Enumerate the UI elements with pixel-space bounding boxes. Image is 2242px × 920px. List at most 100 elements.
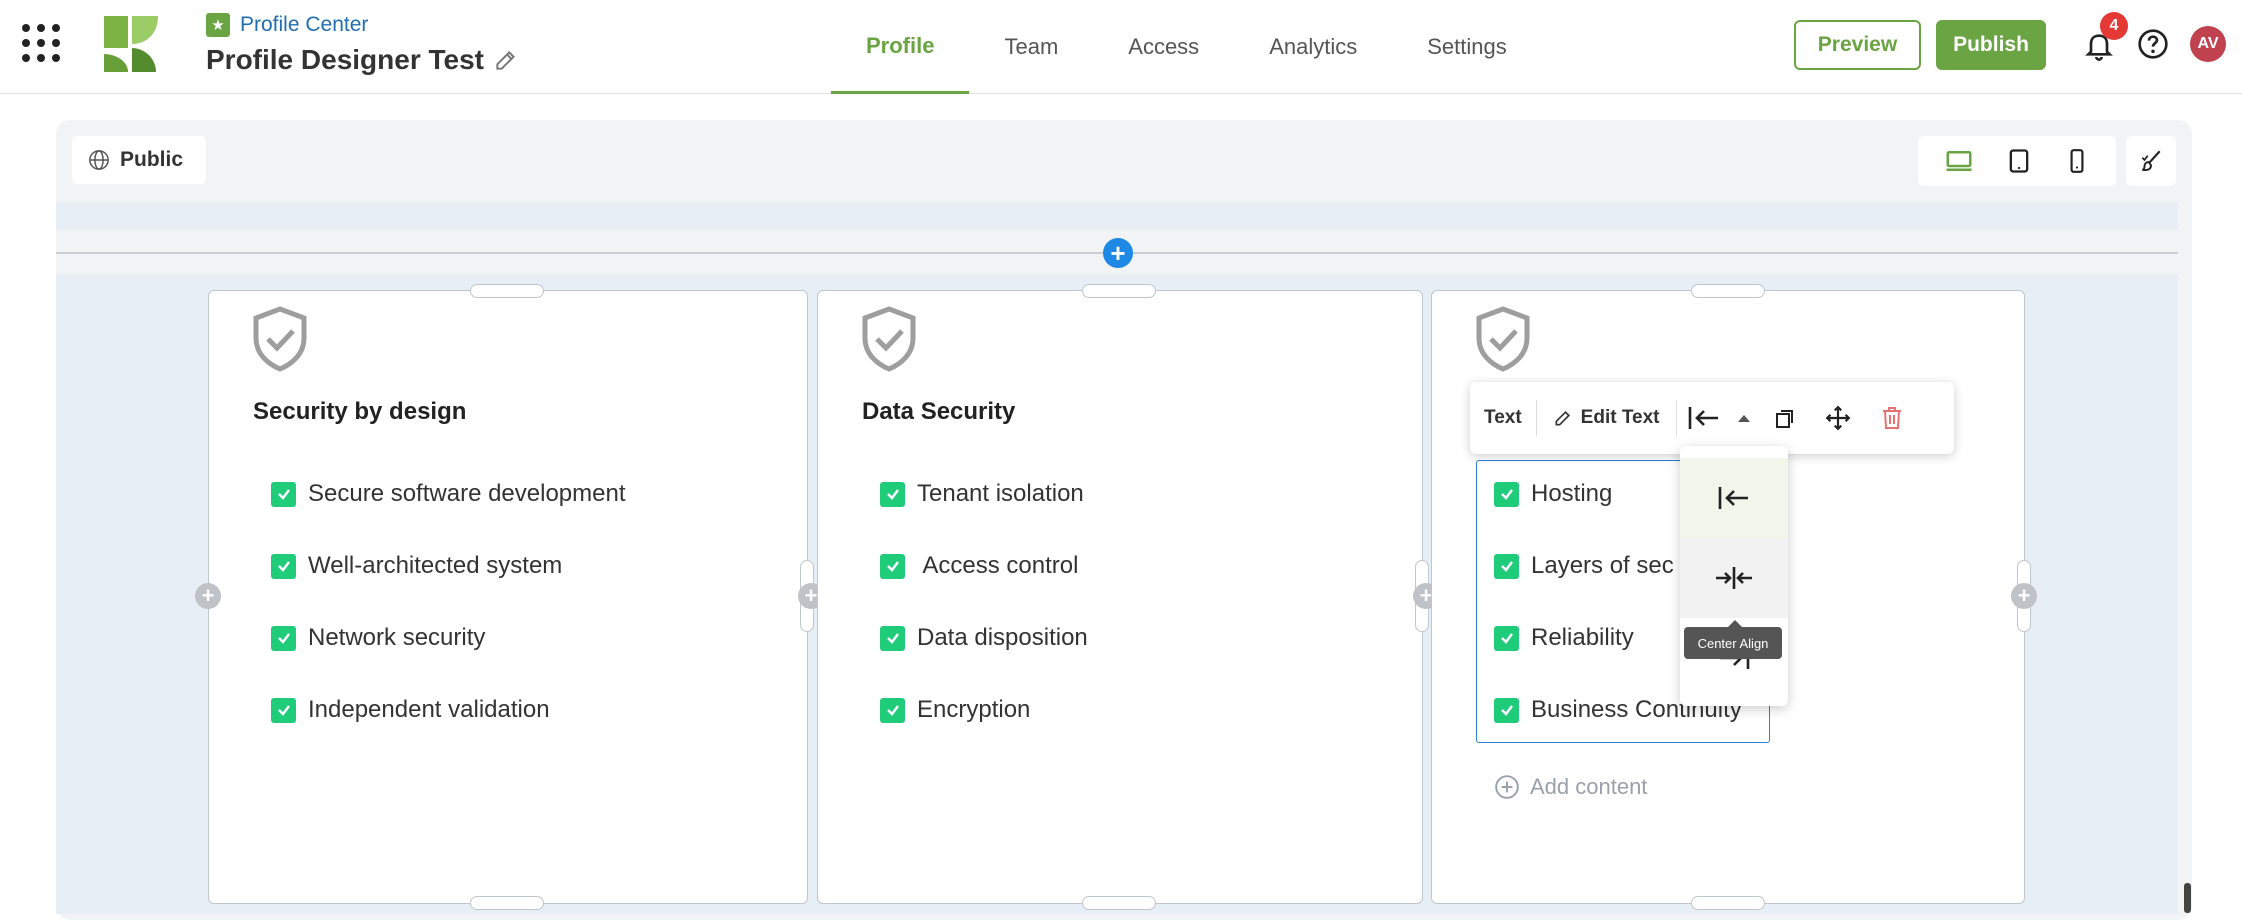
style-brush-button[interactable] bbox=[2126, 136, 2176, 186]
section-band bbox=[56, 202, 2178, 230]
add-column-right-button[interactable]: + bbox=[2011, 583, 2037, 609]
main-nav: Profile Team Access Analytics Settings bbox=[831, 0, 1542, 94]
page-title: Profile Designer Test bbox=[206, 44, 485, 75]
move-icon bbox=[1825, 405, 1850, 431]
checkbox-icon bbox=[880, 553, 905, 579]
tooltip: Center Align bbox=[1684, 620, 1782, 659]
visibility-label: Public bbox=[120, 148, 184, 171]
align-left-option[interactable] bbox=[1680, 458, 1788, 538]
list-item: Data disposition bbox=[880, 618, 1088, 658]
preview-button[interactable]: Preview bbox=[1794, 20, 1921, 70]
list-item-label: Tenant isolation bbox=[917, 480, 1084, 507]
align-center-icon bbox=[1716, 567, 1752, 589]
publish-button[interactable]: Publish bbox=[1936, 20, 2046, 70]
resize-handle-top[interactable] bbox=[1691, 284, 1765, 298]
checkbox-icon bbox=[1494, 553, 1519, 579]
list-item: Tenant isolation bbox=[880, 474, 1084, 514]
shield-check-icon bbox=[253, 306, 307, 372]
list-item: Hosting bbox=[1494, 474, 1612, 514]
card-title: Security by design bbox=[253, 398, 467, 425]
list-item-label: Layers of sec bbox=[1531, 552, 1674, 579]
profile-center-icon: ★ bbox=[206, 13, 230, 37]
delete-button[interactable] bbox=[1865, 393, 1919, 443]
checkbox-icon bbox=[271, 625, 296, 651]
brand-logo bbox=[104, 16, 158, 72]
tab-access[interactable]: Access bbox=[1093, 0, 1234, 94]
list-item: Network security bbox=[271, 618, 485, 658]
add-column-left-button[interactable]: + bbox=[195, 583, 221, 609]
mobile-icon[interactable] bbox=[2064, 147, 2090, 175]
list-item-label: Data disposition bbox=[917, 624, 1088, 651]
list-item-label: Hosting bbox=[1531, 480, 1613, 507]
scrollbar[interactable] bbox=[2184, 883, 2191, 913]
tab-settings[interactable]: Settings bbox=[1392, 0, 1542, 94]
list-item: Secure software development bbox=[271, 474, 626, 514]
caret-up-icon bbox=[1737, 415, 1750, 422]
breadcrumb[interactable]: ★ Profile Center bbox=[206, 10, 368, 40]
tablet-icon[interactable] bbox=[2005, 147, 2033, 175]
avatar[interactable]: AV bbox=[2190, 26, 2226, 62]
tab-analytics[interactable]: Analytics bbox=[1234, 0, 1392, 94]
add-content-label: Add content bbox=[1530, 774, 1648, 799]
list-item-label: Secure software development bbox=[308, 480, 626, 507]
list-item-label: Reliability bbox=[1531, 624, 1634, 651]
apps-grid-icon[interactable] bbox=[22, 24, 60, 62]
globe-icon bbox=[89, 150, 109, 170]
align-left-icon bbox=[1718, 487, 1748, 509]
shield-check-icon bbox=[1476, 306, 1530, 372]
list-item-label: Network security bbox=[308, 624, 486, 651]
notification-badge: 4 bbox=[2100, 12, 2128, 40]
resize-handle-bottom[interactable] bbox=[1082, 896, 1156, 910]
checkbox-icon bbox=[271, 553, 296, 579]
trash-icon bbox=[1882, 407, 1901, 429]
add-content-button[interactable]: Add content bbox=[1494, 774, 1647, 800]
visibility-button[interactable]: Public bbox=[72, 136, 206, 184]
list-item: Encryption bbox=[880, 690, 1030, 730]
brush-icon bbox=[2141, 150, 2161, 172]
tab-profile[interactable]: Profile bbox=[831, 0, 970, 94]
add-section-button[interactable]: + bbox=[1103, 238, 1133, 268]
checkbox-icon bbox=[1494, 697, 1519, 723]
edit-title-icon[interactable] bbox=[493, 47, 519, 73]
card-title: Data Security bbox=[862, 398, 1016, 425]
checkbox-icon bbox=[1494, 481, 1519, 507]
pencil-icon bbox=[1555, 410, 1570, 426]
resize-handle-top[interactable] bbox=[1082, 284, 1156, 298]
text-block-toolbar: Text Edit Text bbox=[1470, 382, 1954, 454]
block-type-label: Text bbox=[1470, 400, 1537, 436]
list-item: Independent validation bbox=[271, 690, 550, 730]
list-item-label: Access control bbox=[917, 552, 1079, 579]
resize-handle-bottom[interactable] bbox=[1691, 896, 1765, 910]
checkbox-icon bbox=[271, 697, 296, 723]
feature-card[interactable] bbox=[817, 290, 1423, 904]
list-item-label: Independent validation bbox=[308, 696, 550, 723]
align-left-button[interactable] bbox=[1677, 393, 1731, 443]
help-icon[interactable] bbox=[2137, 28, 2169, 60]
feature-card[interactable] bbox=[208, 290, 808, 904]
move-button[interactable] bbox=[1811, 393, 1865, 443]
edit-text-button[interactable]: Edit Text bbox=[1537, 400, 1677, 436]
copy-icon bbox=[1775, 410, 1793, 428]
list-item: Well-architected system bbox=[271, 546, 562, 586]
checkbox-icon bbox=[880, 625, 905, 651]
edit-text-label: Edit Text bbox=[1580, 407, 1660, 428]
alignment-menu bbox=[1680, 446, 1788, 706]
list-item-label: Encryption bbox=[917, 696, 1031, 723]
list-item: Layers of sec bbox=[1494, 546, 1674, 586]
desktop-icon[interactable] bbox=[1944, 146, 1974, 176]
align-left-icon bbox=[1688, 407, 1718, 429]
list-item: Reliability bbox=[1494, 618, 1634, 658]
breadcrumb-label[interactable]: Profile Center bbox=[240, 13, 368, 37]
device-switcher bbox=[1918, 136, 2116, 186]
checkbox-icon bbox=[271, 481, 296, 507]
tab-team[interactable]: Team bbox=[969, 0, 1093, 94]
align-center-option[interactable] bbox=[1680, 538, 1788, 618]
resize-handle-bottom[interactable] bbox=[470, 896, 544, 910]
alignment-dropdown-toggle[interactable] bbox=[1731, 393, 1757, 443]
checkbox-icon bbox=[1494, 625, 1519, 651]
checkbox-icon bbox=[880, 697, 905, 723]
duplicate-button[interactable] bbox=[1757, 393, 1811, 443]
list-item-label: Well-architected system bbox=[308, 552, 563, 579]
resize-handle-top[interactable] bbox=[470, 284, 544, 298]
list-item: Access control bbox=[880, 546, 1078, 586]
